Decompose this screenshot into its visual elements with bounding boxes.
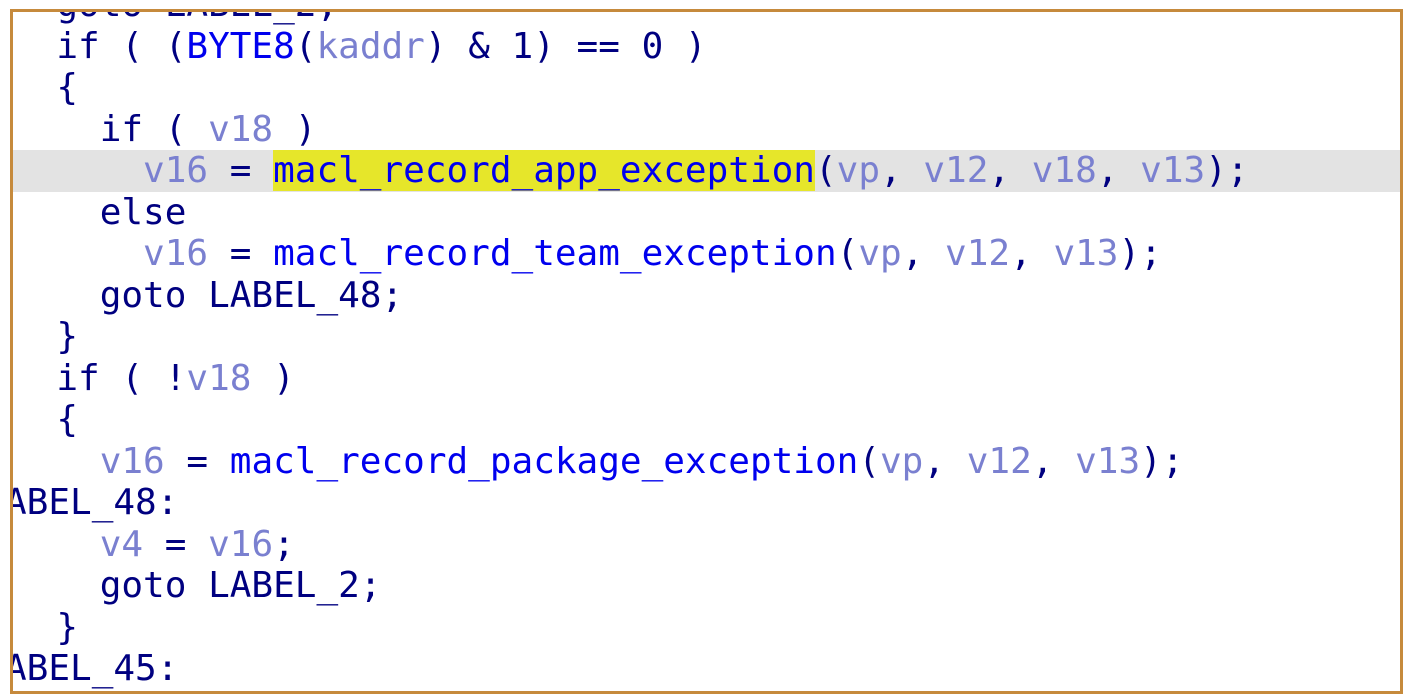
highlighted-identifier[interactable]: macl_record_app_exception [273,150,815,191]
variable-name[interactable]: kaddr [316,26,424,67]
code-token: , [923,440,967,482]
code-token: = [208,233,274,274]
code-line[interactable]: goto LABEL_2; [13,12,1400,26]
code-token: ( [814,150,837,191]
function-name[interactable]: macl_record_package_exception [230,441,859,482]
code-token: ; [273,523,295,565]
variable-name[interactable]: v16 [208,524,273,565]
code-token: ABEL_48: [10,482,179,523]
code-token: { [56,399,79,440]
variable-name[interactable]: v13 [1075,441,1140,482]
code-token: goto LABEL_48; [99,274,404,316]
code-token: ); [1118,233,1162,274]
code-frame: goto LABEL_2; if ( (BYTE8(kaddr) & 1) ==… [10,9,1403,694]
code-token: ) [251,357,295,399]
code-line[interactable]: ABEL_45: [10,648,1400,690]
code-token: ( [294,25,317,67]
code-token: = [143,523,209,565]
code-token: if ( [99,108,209,150]
code-line[interactable]: { [13,67,1400,109]
code-line[interactable]: v16 = macl_record_package_exception(vp, … [13,440,1400,483]
code-line[interactable]: goto LABEL_48; [13,274,1400,317]
code-token: { [56,67,79,108]
code-token: if ( ! [56,357,187,399]
pseudocode-view: goto LABEL_2; if ( (BYTE8(kaddr) & 1) ==… [10,12,1400,690]
variable-name[interactable]: v13 [1053,233,1118,274]
code-line[interactable]: } [13,606,1400,649]
code-line[interactable]: if ( !v18 ) [13,357,1400,400]
highlighted-code-line[interactable]: v16 = macl_record_app_exception(vp, v12,… [13,150,1400,192]
code-token: ); [1205,150,1249,191]
variable-name[interactable]: v4 [100,524,143,565]
code-token: ABEL_45: [10,648,179,689]
code-token: , [880,150,924,191]
code-token: ) [273,108,317,150]
code-line[interactable]: { [13,399,1400,441]
code-token: , [901,233,946,274]
code-line[interactable]: if ( v18 ) [13,108,1400,151]
code-line[interactable]: v4 = v16; [13,523,1400,566]
code-token: , [1010,233,1054,274]
variable-name[interactable]: vp [837,150,880,191]
variable-name[interactable]: v16 [100,441,165,482]
variable-name[interactable]: v18 [186,358,251,399]
function-name[interactable]: macl_record_team_exception [273,233,837,274]
code-token: ( [836,233,859,274]
variable-name[interactable]: v13 [1140,150,1205,191]
code-token: = [208,150,274,191]
code-line[interactable]: goto LABEL_2; [13,565,1400,607]
code-token: goto LABEL_2; [56,12,338,25]
variable-name[interactable]: v16 [143,150,208,191]
code-line[interactable]: ABEL_48: [10,482,1400,524]
variable-name[interactable]: vp [858,233,901,274]
variable-name[interactable]: v12 [923,150,988,191]
variable-name[interactable]: vp [880,441,923,482]
code-token: = [164,440,230,482]
variable-name[interactable]: v12 [945,233,1010,274]
code-line[interactable]: else [13,191,1400,234]
function-name[interactable]: BYTE8 [186,26,294,67]
variable-name[interactable]: v12 [967,441,1032,482]
code-token: } [56,606,79,648]
code-token: , [1031,440,1076,482]
code-line[interactable]: } [13,316,1400,358]
code-token: goto LABEL_2; [99,565,382,606]
code-line[interactable]: v16 = macl_record_team_exception(vp, v12… [13,233,1400,275]
code-token: , [1096,150,1141,191]
code-token: ); [1140,440,1184,482]
code-line[interactable]: if ( (BYTE8(kaddr) & 1) == 0 ) [13,25,1400,68]
code-token: } [56,316,79,357]
code-token: , [988,150,1032,191]
variable-name[interactable]: v18 [208,109,273,150]
variable-name[interactable]: v18 [1032,150,1097,191]
code-token: if ( ( [56,25,187,67]
code-token: ) & 1) == 0 ) [424,25,707,67]
variable-name[interactable]: v16 [143,233,208,274]
code-token: ( [858,440,880,482]
code-token: else [99,191,187,233]
